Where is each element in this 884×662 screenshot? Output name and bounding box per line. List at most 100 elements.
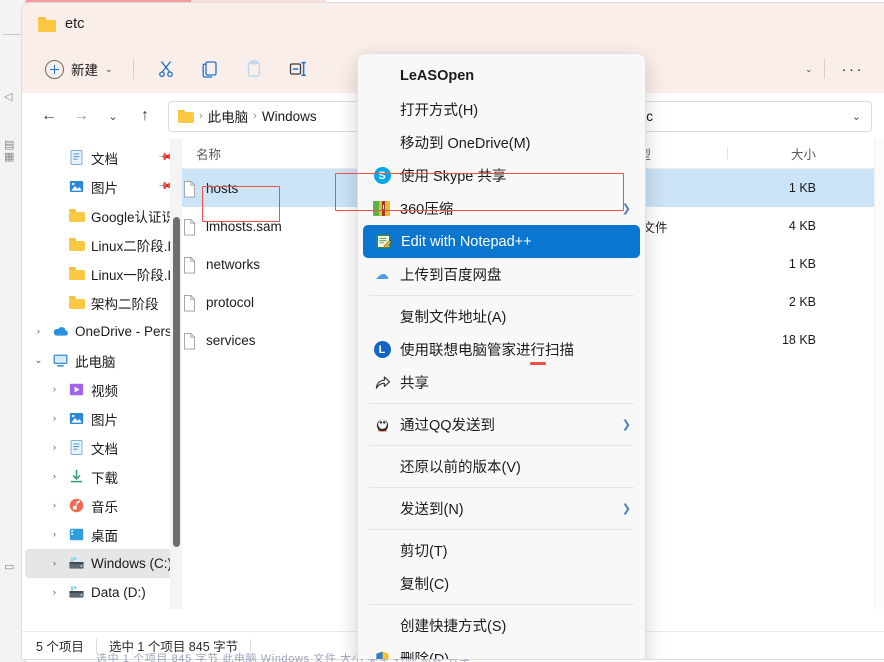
sidebar-item[interactable]: › 图片: [25, 404, 179, 433]
no-icon: [370, 65, 394, 87]
copy-button[interactable]: [189, 53, 231, 85]
rename-icon: [286, 57, 310, 81]
paste-button[interactable]: [233, 53, 275, 85]
music-icon: [68, 497, 85, 514]
context-menu-item[interactable]: LeASOpen: [362, 59, 641, 93]
scissors-icon: [154, 57, 178, 81]
sidebar-item[interactable]: 图片 📌: [25, 172, 179, 201]
file-name: protocol: [206, 294, 255, 310]
chevron-down-icon[interactable]: ⌄: [852, 110, 861, 123]
context-menu-item[interactable]: 还原以前的版本(V): [362, 450, 641, 483]
sidebar-item[interactable]: › Data (D:): [25, 578, 179, 607]
explorer-window: etc 新建 ⌄ ⌄ ··· ← → ⌄ ↑ › 此电脑 › Windows ⌄…: [22, 3, 884, 659]
chevron-icon[interactable]: ›: [47, 529, 62, 540]
column-header-size[interactable]: 大小: [727, 144, 832, 163]
context-menu: LeASOpen 打开方式(H) 移动到 OneDrive(M) S 使用 Skype …: [357, 53, 646, 659]
no-icon: [370, 456, 394, 478]
sidebar-item[interactable]: › 文档: [25, 433, 179, 462]
chevron-icon[interactable]: ›: [47, 413, 62, 424]
status-divider-2: [250, 638, 252, 653]
more-options-button[interactable]: ···: [836, 61, 871, 78]
context-menu-item[interactable]: 删除(D): [362, 642, 641, 659]
context-menu-item[interactable]: S 使用 Skype 共享: [362, 159, 641, 192]
sidebar-item[interactable]: › Windows (C:): [25, 549, 179, 578]
context-menu-item[interactable]: 共享: [362, 366, 641, 399]
context-menu-item-label: 上传到百度网盘: [400, 268, 502, 284]
sidebar-item-label: 下载: [91, 470, 118, 486]
context-menu-item[interactable]: 通过QQ发送到 ❯: [362, 408, 641, 441]
chevron-icon[interactable]: ⌄: [31, 355, 46, 366]
qq-icon: [370, 414, 394, 436]
chevron-icon[interactable]: ›: [47, 384, 62, 395]
context-menu-item[interactable]: L 使用联想电脑管家进行扫描: [362, 333, 641, 366]
download-icon: [68, 468, 85, 485]
plus-icon: [45, 59, 64, 79]
cut-button[interactable]: [145, 53, 187, 85]
context-menu-item[interactable]: Edit with Notepad++: [363, 225, 640, 258]
chevron-right-icon[interactable]: ❯: [622, 502, 631, 515]
back-button[interactable]: ←: [34, 101, 64, 131]
sidebar-item[interactable]: › OneDrive - Personal: [25, 317, 179, 346]
chevron-icon[interactable]: ›: [47, 587, 62, 598]
context-menu-item[interactable]: 发送到(N) ❯: [362, 492, 641, 525]
no-icon: [370, 306, 394, 328]
paste-icon: [242, 57, 266, 81]
chevron-icon[interactable]: ›: [47, 500, 62, 511]
sidebar-item[interactable]: 架构二阶段: [25, 288, 179, 317]
up-button[interactable]: ↑: [130, 101, 160, 131]
context-menu-item[interactable]: 剪切(T): [362, 534, 641, 567]
file-name: hosts: [206, 180, 239, 196]
toolbar-overflow-chevron-icon[interactable]: ⌄: [805, 64, 813, 75]
context-menu-separator: [369, 295, 634, 296]
context-menu-separator: [369, 487, 634, 488]
chevron-down-icon: ⌄: [105, 63, 113, 74]
rename-button[interactable]: [277, 53, 319, 85]
sidebar-item[interactable]: Linux一阶段.PDF: [25, 259, 179, 288]
context-menu-item-label: 发送到(N): [400, 502, 464, 518]
folder-icon: [38, 16, 56, 32]
breadcrumb-segment-1[interactable]: Windows: [262, 109, 317, 124]
file-name: networks: [206, 256, 261, 272]
context-menu-item[interactable]: 360压缩 ❯: [362, 192, 641, 225]
filelist-scroll-track[interactable]: [874, 139, 884, 609]
sidebar-item[interactable]: › 音乐: [25, 491, 179, 520]
context-menu-item[interactable]: 复制(C): [362, 567, 641, 600]
sidebar-item-label: 桌面: [91, 528, 118, 544]
tab-title[interactable]: etc: [65, 16, 84, 32]
context-menu-item[interactable]: 创建快捷方式(S): [362, 609, 641, 642]
chevron-icon[interactable]: ›: [47, 442, 62, 453]
sidebar-item[interactable]: › 下载: [25, 462, 179, 491]
chevron-icon[interactable]: ›: [47, 558, 62, 569]
sidebar-item[interactable]: 文档 📌: [25, 143, 179, 172]
forward-button[interactable]: →: [66, 101, 96, 131]
sidebar-item[interactable]: Google认证识别: [25, 201, 179, 230]
new-button[interactable]: 新建 ⌄: [36, 53, 122, 85]
context-menu-item[interactable]: 打开方式(H): [362, 93, 641, 126]
sidebar-scrollbar-thumb[interactable]: [173, 217, 180, 547]
sidebar-item[interactable]: › 视频: [25, 375, 179, 404]
annotation-dash: [530, 362, 546, 365]
chevron-icon[interactable]: ›: [47, 471, 62, 482]
chevron-right-icon[interactable]: ❯: [622, 418, 631, 431]
onedrive-icon: [52, 323, 69, 340]
status-divider: [95, 638, 97, 653]
toolbar-divider-2: [823, 59, 825, 79]
context-menu-item-label: 剪切(T): [400, 544, 448, 560]
sidebar-item[interactable]: › 桌面: [25, 520, 179, 549]
file-icon: [182, 331, 197, 350]
file-size: 1 KB: [788, 257, 816, 271]
context-menu-item[interactable]: 复制文件地址(A): [362, 300, 641, 333]
context-menu-item[interactable]: ☁ 上传到百度网盘: [362, 258, 641, 291]
title-bar: etc: [22, 3, 884, 45]
chevron-icon[interactable]: ›: [31, 326, 46, 337]
breadcrumb-segment-0[interactable]: 此电脑: [208, 106, 249, 126]
sidebar-item[interactable]: Linux二阶段.PDF: [25, 230, 179, 259]
search-box[interactable]: etc ⌄: [624, 100, 872, 132]
context-menu-item-label: 复制(C): [400, 577, 450, 593]
chevron-right-icon[interactable]: ❯: [622, 202, 631, 215]
context-menu-item[interactable]: 移动到 OneDrive(M): [362, 126, 641, 159]
context-menu-item-label: LeASOpen: [400, 68, 475, 84]
sidebar-item[interactable]: ⌄ 此电脑: [25, 346, 179, 375]
recent-locations-button[interactable]: ⌄: [98, 101, 128, 131]
sidebar-item-label: Google认证识别: [91, 209, 173, 225]
